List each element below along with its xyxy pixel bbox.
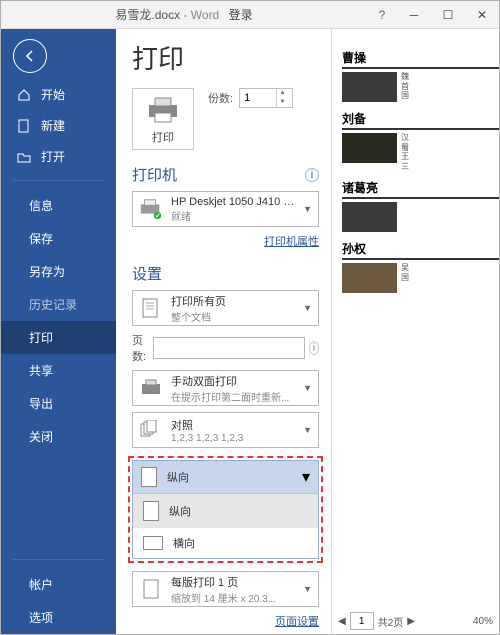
landscape-page-icon [143,536,163,550]
nav-options[interactable]: 选项 [1,601,116,634]
chevron-down-icon: ▼ [303,425,312,435]
nav-close[interactable]: 关闭 [1,420,116,453]
close-button[interactable]: ✕ [465,2,499,28]
nav-history[interactable]: 历史记录 [1,288,116,321]
orientation-option-portrait[interactable]: 纵向 [133,494,318,528]
login-link[interactable]: 登录 [229,8,253,22]
pages-icon [139,297,163,319]
nav-home[interactable]: 开始 [1,79,116,110]
printer-section-title: 打印机 [132,164,177,185]
chevron-down-icon: ▼ [303,204,312,214]
preview-card: 孙权 吴国 [342,240,499,293]
new-icon [17,119,33,133]
spinner-up-icon[interactable]: ▲ [277,89,288,98]
print-preview: 曹操 魏首国 刘备 汉蜀王三 诸葛亮 孙权 吴国 [331,29,499,634]
preview-card: 曹操 魏首国 [342,49,499,102]
chevron-down-icon: ▼ [303,383,312,393]
orientation-option-landscape[interactable]: 横向 [133,528,318,558]
minimize-button[interactable]: ─ [397,2,431,28]
chevron-down-icon: ▼ [303,303,312,313]
back-button[interactable] [13,39,47,73]
orientation-dropdown[interactable]: 纵向 ▾ 纵向 横向 [132,460,319,559]
spinner-down-icon[interactable]: ▼ [277,98,288,107]
printer-select[interactable]: HP Deskjet 1050 J410 s... 就绪 ▼ [132,191,319,227]
nav-share[interactable]: 共享 [1,354,116,387]
zoom-label: 40% [473,616,493,627]
page-number-input[interactable] [350,612,374,630]
printer-device-icon [139,198,163,220]
pages-per-sheet-select[interactable]: 每版打印 1 页缩放到 14 厘米 x 20.3... ▼ [132,571,319,607]
print-settings-panel: 打印 打印 份数: ▲▼ 打印机 [116,29,331,634]
print-button[interactable]: 打印 [132,88,194,150]
page-setup-link[interactable]: 页面设置 [275,616,319,628]
nav-saveas[interactable]: 另存为 [1,255,116,288]
maximize-button[interactable]: ☐ [431,2,465,28]
copies-input[interactable] [240,92,276,104]
titlebar: 易雪龙.docx - Word 登录 ? ─ ☐ ✕ [1,1,499,29]
preview-card: 诸葛亮 [342,179,499,232]
preview-card: 刘备 汉蜀王三 [342,110,499,171]
nav-print[interactable]: 打印 [1,321,116,354]
collate-icon [139,420,163,440]
title-text: 易雪龙.docx - Word 登录 [1,6,367,23]
nav-export[interactable]: 导出 [1,387,116,420]
backstage-sidebar: 开始 新建 打开 信息 保存 另存为 历史记录 打印 共享 导出 关闭 帐户 选… [1,29,116,634]
chevron-down-icon: ▼ [303,584,312,594]
printer-properties-link[interactable]: 打印机属性 [264,236,319,248]
home-icon [17,88,33,102]
nav-account[interactable]: 帐户 [1,568,116,601]
print-range-select[interactable]: 打印所有页整个文档 ▼ [132,290,319,326]
page-total-label: 共2页 [378,614,404,629]
preview-footer: ◀ 共2页 ▶ 40% [338,612,493,630]
nav-open[interactable]: 打开 [1,141,116,172]
printer-icon [143,95,183,125]
orientation-selected[interactable]: 纵向 ▾ [133,461,318,494]
duplex-select[interactable]: 手动双面打印在提示打印第二面时重新... ▼ [132,370,319,406]
next-page-button[interactable]: ▶ [407,616,415,627]
pages-info-icon[interactable]: i [309,341,319,355]
settings-section-title: 设置 [132,263,162,284]
pages-input[interactable] [153,337,305,359]
nav-new[interactable]: 新建 [1,110,116,141]
portrait-page-icon [141,467,157,487]
duplex-icon [139,378,163,398]
help-icon[interactable]: ? [367,8,397,22]
printer-info-icon[interactable]: i [305,168,319,182]
orientation-highlight: 纵向 ▾ 纵向 横向 [128,456,323,563]
portrait-page-icon [143,501,159,521]
nav-info[interactable]: 信息 [1,189,116,222]
collate-select[interactable]: 对照1,2,3 1,2,3 1,2,3 ▼ [132,412,319,448]
prev-page-button[interactable]: ◀ [338,616,346,627]
open-icon [17,150,33,164]
page-title: 打印 [132,39,319,76]
copies-label: 份数: [208,90,233,106]
copies-spinner[interactable]: ▲▼ [239,88,293,108]
nav-save[interactable]: 保存 [1,222,116,255]
pages-label: 页数: [132,332,149,364]
chevron-down-icon: ▾ [302,467,310,487]
page-icon [139,578,163,600]
